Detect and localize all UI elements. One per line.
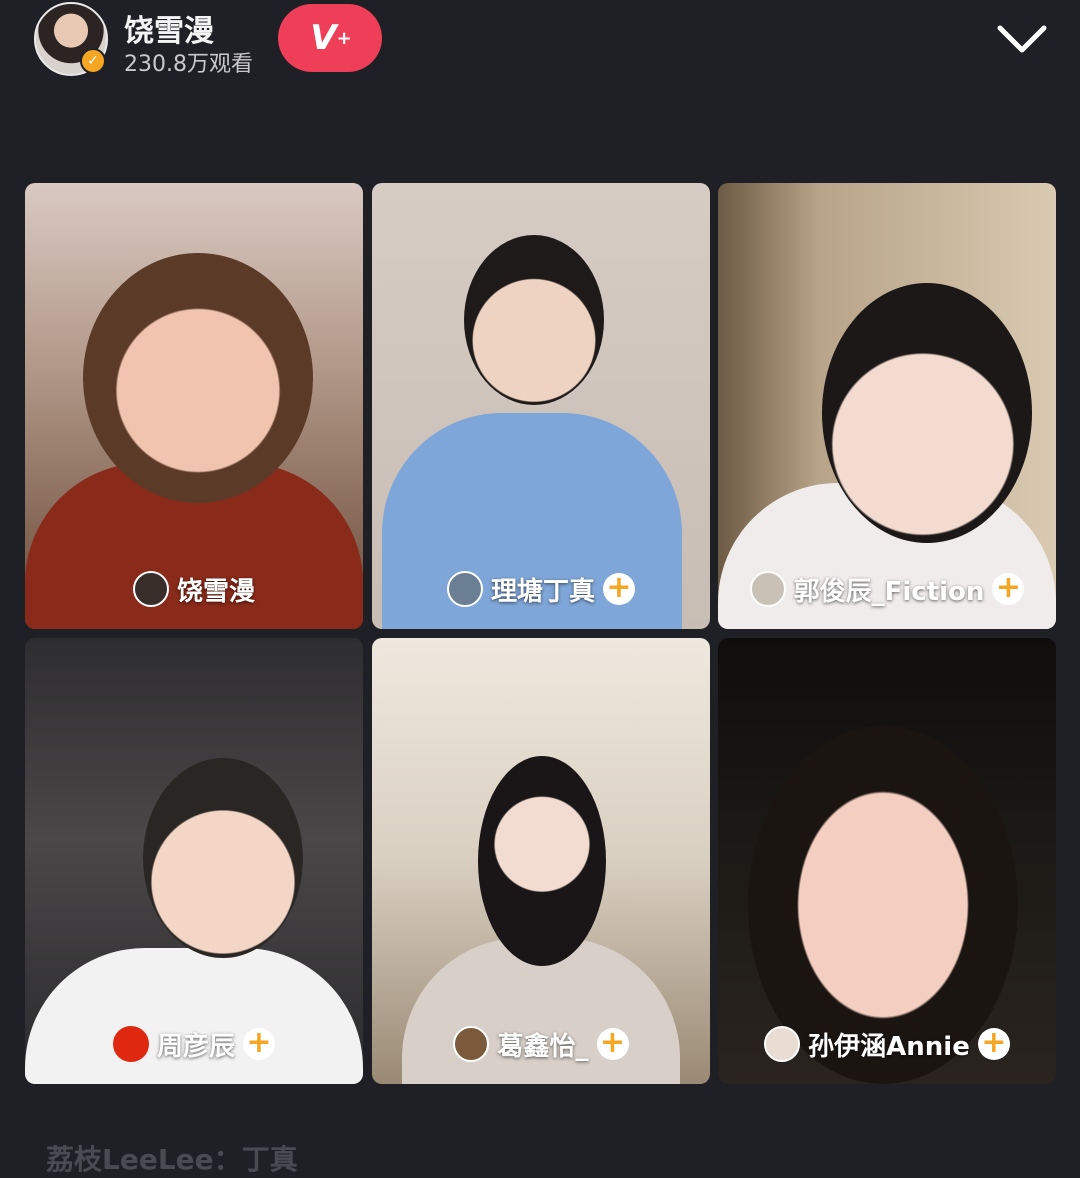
guest-name-bar: 孙伊涵Annie + — [718, 1024, 1056, 1064]
guest-avatar[interactable] — [132, 571, 169, 607]
guest-video-face — [822, 283, 1032, 543]
guest-name-bar: 郭俊辰_Fiction + — [718, 569, 1056, 609]
add-follow-button[interactable]: + — [992, 573, 1025, 605]
guest-name[interactable]: 郭俊辰_Fiction — [794, 571, 985, 608]
add-follow-button[interactable]: + — [596, 1028, 629, 1060]
guest-video-face — [478, 756, 606, 966]
guest-video-face — [143, 758, 303, 958]
guest-tile[interactable]: 孙伊涵Annie + — [718, 638, 1056, 1084]
follow-label: V — [310, 18, 336, 58]
chevron-down-icon[interactable] — [994, 18, 1050, 58]
guest-name[interactable]: 饶雪漫 — [177, 571, 255, 608]
live-header: ✓ 饶雪漫 230.8万观看 V + — [0, 0, 1080, 90]
guest-name[interactable]: 孙伊涵Annie — [808, 1026, 970, 1063]
follow-plus: + — [336, 27, 352, 49]
guest-video-face — [464, 235, 604, 405]
add-follow-button[interactable]: + — [603, 573, 635, 605]
guest-tile[interactable]: 饶雪漫 — [25, 183, 363, 629]
guest-name[interactable]: 理塘丁真 — [491, 571, 595, 608]
guest-video-face — [83, 253, 313, 503]
guest-tile[interactable]: 周彦辰 + — [25, 638, 363, 1084]
guest-name-bar: 周彦辰 + — [25, 1024, 363, 1064]
verified-badge-icon: ✓ — [80, 48, 106, 74]
guest-tile[interactable]: 理塘丁真 + — [372, 183, 710, 629]
guest-name[interactable]: 周彦辰 — [157, 1026, 235, 1063]
live-comment: 荔枝LeeLee：丁真 — [46, 1143, 298, 1176]
guest-name-bar: 理塘丁真 + — [372, 569, 710, 609]
guest-avatar[interactable] — [446, 571, 483, 607]
add-follow-button[interactable]: + — [243, 1028, 275, 1060]
guest-name-bar: 饶雪漫 — [25, 569, 363, 609]
host-name[interactable]: 饶雪漫 — [124, 6, 214, 50]
follow-button[interactable]: V + — [278, 4, 382, 72]
view-count: 230.8万观看 — [124, 52, 253, 77]
guest-avatar[interactable] — [749, 571, 786, 607]
flag-icon[interactable] — [112, 1026, 149, 1062]
guest-avatar[interactable] — [453, 1026, 490, 1062]
guest-tile[interactable]: 葛鑫怡_ + — [372, 638, 710, 1084]
guest-avatar[interactable] — [764, 1026, 801, 1062]
guest-name-bar: 葛鑫怡_ + — [372, 1024, 710, 1064]
co-host-grid: 饶雪漫 理塘丁真 + 郭俊辰_Fiction + 周彦辰 + 葛鑫怡_ + 孙伊… — [25, 183, 1056, 1084]
add-follow-button[interactable]: + — [977, 1028, 1010, 1060]
guest-name[interactable]: 葛鑫怡_ — [497, 1026, 588, 1063]
guest-tile[interactable]: 郭俊辰_Fiction + — [718, 183, 1056, 629]
